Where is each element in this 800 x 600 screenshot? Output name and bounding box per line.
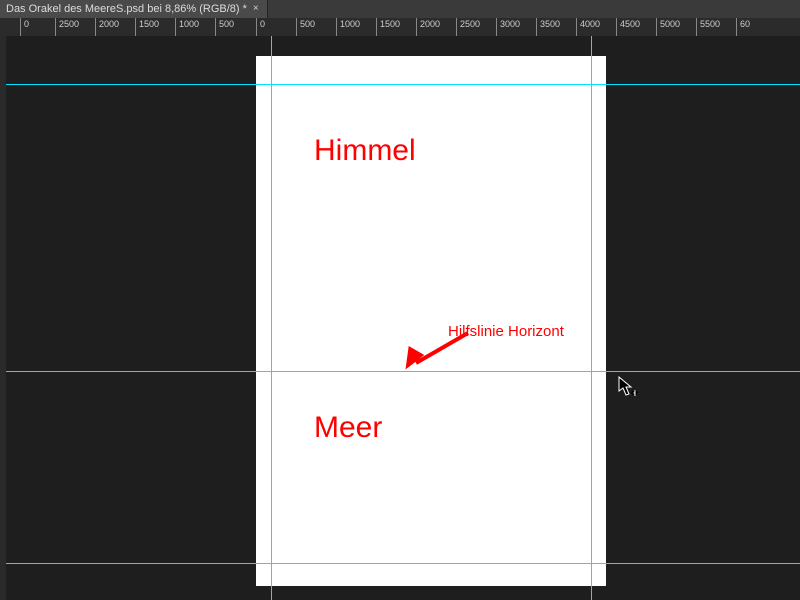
ruler-tick: 2000 (95, 18, 96, 36)
ruler-tick-label: 1000 (179, 19, 199, 29)
ruler-tick: 4000 (576, 18, 577, 36)
ruler-tick-label: 1000 (340, 19, 360, 29)
ruler-tick-label: 60 (740, 19, 750, 29)
ruler-tick: 60 (736, 18, 737, 36)
ruler-tick-label: 3500 (540, 19, 560, 29)
ruler-tick-label: 500 (300, 19, 315, 29)
ruler-horizontal[interactable]: 0250020001500100050005001000150020002500… (0, 18, 800, 37)
ruler-tick-label: 0 (24, 19, 29, 29)
guide-horizontal-bottom[interactable] (6, 563, 800, 564)
ruler-tick: 2000 (416, 18, 417, 36)
ruler-tick-label: 1500 (380, 19, 400, 29)
close-icon[interactable]: × (253, 4, 259, 14)
ruler-tick: 500 (215, 18, 216, 36)
guide-vertical-right[interactable] (591, 36, 592, 600)
ruler-tick: 1000 (336, 18, 337, 36)
ruler-tick-label: 2500 (59, 19, 79, 29)
ruler-tick-label: 1500 (139, 19, 159, 29)
ruler-tick-label: 4000 (580, 19, 600, 29)
ruler-tick-label: 0 (260, 19, 265, 29)
ruler-tick: 0 (256, 18, 257, 36)
ruler-tick-label: 2000 (420, 19, 440, 29)
ruler-tick: 2500 (456, 18, 457, 36)
document-tab[interactable]: Das Orakel des MeereS.psd bei 8,86% (RGB… (0, 0, 268, 18)
move-cursor-icon (618, 376, 638, 398)
guide-horizontal-horizon[interactable] (6, 371, 800, 372)
titlebar: Das Orakel des MeereS.psd bei 8,86% (RGB… (0, 0, 800, 18)
ruler-tick-label: 5500 (700, 19, 720, 29)
ruler-tick-label: 4500 (620, 19, 640, 29)
ruler-tick: 500 (296, 18, 297, 36)
ruler-tick: 3000 (496, 18, 497, 36)
ruler-tick-label: 2500 (460, 19, 480, 29)
document-tab-label: Das Orakel des MeereS.psd bei 8,86% (RGB… (6, 3, 247, 15)
ruler-tick: 5500 (696, 18, 697, 36)
ruler-tick: 3500 (536, 18, 537, 36)
ruler-tick-label: 500 (219, 19, 234, 29)
ruler-tick: 1500 (135, 18, 136, 36)
ruler-tick: 5000 (656, 18, 657, 36)
guide-vertical-left[interactable] (271, 36, 272, 600)
annotation-sky: Himmel (314, 134, 416, 168)
ruler-tick-label: 3000 (500, 19, 520, 29)
annotation-sea: Meer (314, 411, 382, 445)
guide-horizontal-top[interactable] (6, 84, 800, 85)
ruler-tick: 2500 (55, 18, 56, 36)
ruler-tick: 4500 (616, 18, 617, 36)
ruler-tick-label: 2000 (99, 19, 119, 29)
artboard[interactable] (256, 56, 606, 586)
ruler-tick-label: 5000 (660, 19, 680, 29)
canvas-workarea[interactable]: Himmel Meer Hilfslinie Horizont (6, 36, 800, 600)
ruler-tick: 1000 (175, 18, 176, 36)
ruler-tick: 0 (20, 18, 21, 36)
ruler-tick: 1500 (376, 18, 377, 36)
